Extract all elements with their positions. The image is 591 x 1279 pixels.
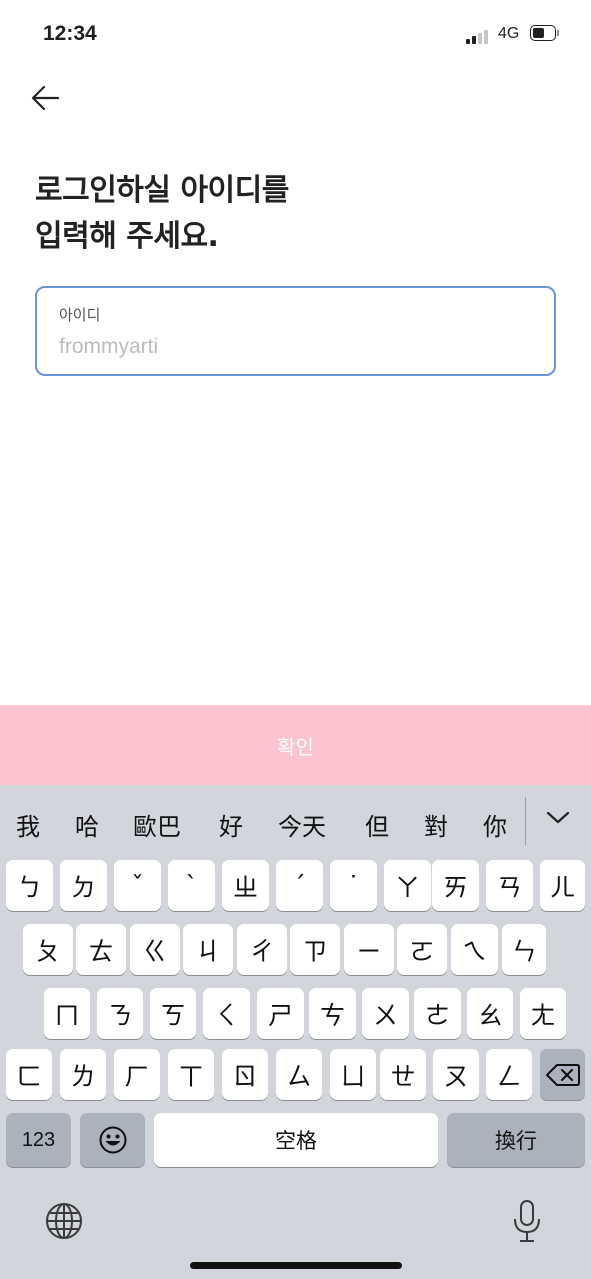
status-time: 12:34 (43, 22, 97, 45)
key-row4[interactable]: ㄌ (60, 1049, 106, 1100)
id-field-label: 아이디 (59, 306, 101, 324)
page-title-line1: 로그인하실 아이디를 (35, 173, 289, 208)
chevron-down-icon[interactable] (545, 805, 571, 831)
candidate-divider (525, 797, 526, 845)
candidate-item[interactable]: 你 (483, 785, 507, 863)
key-row1[interactable]: ˇ (114, 860, 161, 911)
key-row2[interactable]: ㄍ (130, 924, 180, 975)
home-indicator (190, 1262, 402, 1269)
candidate-item[interactable]: 今天 (278, 785, 326, 863)
page-title-line2: 입력해 주세요. (35, 219, 219, 254)
key-row4[interactable]: ㄏ (114, 1049, 160, 1100)
candidate-item[interactable]: 我 (16, 785, 40, 863)
confirm-button[interactable]: 확인 (0, 705, 591, 785)
back-arrow-icon[interactable] (30, 82, 62, 114)
key-row1[interactable]: ㄚ (384, 860, 431, 911)
page-title: 로그인하실 아이디를 입력해 주세요. (35, 168, 289, 260)
key-row4[interactable]: ㄝ (380, 1049, 426, 1100)
backspace-icon (545, 1063, 580, 1086)
key-row1[interactable]: ㄢ (486, 860, 533, 911)
key-row2[interactable]: ㄆ (23, 924, 73, 975)
emoji-key[interactable] (80, 1113, 145, 1167)
candidate-item[interactable]: 歐巴 (133, 785, 181, 863)
key-row3[interactable]: ㄑ (203, 988, 250, 1039)
key-row3[interactable]: ㄠ (467, 988, 513, 1039)
globe-icon[interactable] (44, 1201, 84, 1241)
key-row4[interactable]: ㄈ (6, 1049, 52, 1100)
key-row2[interactable]: ㄛ (397, 924, 447, 975)
key-row1[interactable]: ㄓ (222, 860, 269, 911)
key-row3[interactable]: ㄕ (257, 988, 304, 1039)
key-row2[interactable]: ㄗ (290, 924, 340, 975)
key-row3[interactable]: ㄨ (362, 988, 409, 1039)
key-row3[interactable]: ㄎ (150, 988, 196, 1039)
key-row3[interactable]: ㄇ (44, 988, 90, 1039)
key-row2[interactable]: ㄊ (76, 924, 126, 975)
key-row4[interactable]: ㄡ (433, 1049, 479, 1100)
key-row3[interactable]: ㄋ (97, 988, 143, 1039)
numbers-key[interactable]: 123 (6, 1113, 71, 1167)
key-row4[interactable]: ㄙ (276, 1049, 322, 1100)
emoji-icon (99, 1126, 126, 1154)
key-row1[interactable]: ㄞ (432, 860, 479, 911)
key-row2[interactable]: ㄟ (451, 924, 498, 975)
id-input[interactable] (59, 332, 519, 362)
zhuyin-keyboard: 我 哈 歐巴 好 今天 但 對 你 ㄅ ㄉ ˇ ˋ ㄓ ˊ ˙ ㄚ ㄞ ㄢ ㄦ … (0, 785, 591, 1279)
key-row2[interactable]: ㄐ (183, 924, 233, 975)
key-row3[interactable]: ㄘ (309, 988, 356, 1039)
network-type: 4G (498, 25, 520, 42)
key-row1[interactable]: ˊ (276, 860, 323, 911)
key-row2[interactable]: ㄣ (502, 924, 546, 975)
key-row2[interactable]: ㄧ (344, 924, 394, 975)
battery-icon (530, 25, 560, 43)
key-row4[interactable]: ㄖ (222, 1049, 268, 1100)
key-row1[interactable]: ㄉ (60, 860, 107, 911)
key-row3[interactable]: ㄤ (520, 988, 566, 1039)
key-row1[interactable]: ㄦ (540, 860, 585, 911)
candidate-item[interactable]: 哈 (75, 785, 99, 863)
key-row1[interactable]: ˋ (168, 860, 215, 911)
key-row1[interactable]: ˙ (330, 860, 377, 911)
id-field[interactable]: 아이디 (35, 286, 556, 376)
candidate-item[interactable]: 好 (219, 785, 243, 863)
key-row4[interactable]: ㄩ (330, 1049, 376, 1100)
key-row2[interactable]: ㄔ (237, 924, 287, 975)
key-row1[interactable]: ㄅ (6, 860, 53, 911)
delete-key[interactable] (540, 1049, 585, 1100)
candidate-item[interactable]: 對 (424, 785, 448, 863)
cellular-signal-icon (466, 28, 492, 44)
return-key[interactable]: 換行 (447, 1113, 585, 1167)
key-row3[interactable]: ㄜ (414, 988, 461, 1039)
key-row4[interactable]: ㄒ (168, 1049, 214, 1100)
candidate-item[interactable]: 但 (365, 785, 389, 863)
space-key[interactable]: 空格 (154, 1113, 438, 1167)
microphone-icon[interactable] (512, 1199, 542, 1243)
key-row4[interactable]: ㄥ (486, 1049, 532, 1100)
